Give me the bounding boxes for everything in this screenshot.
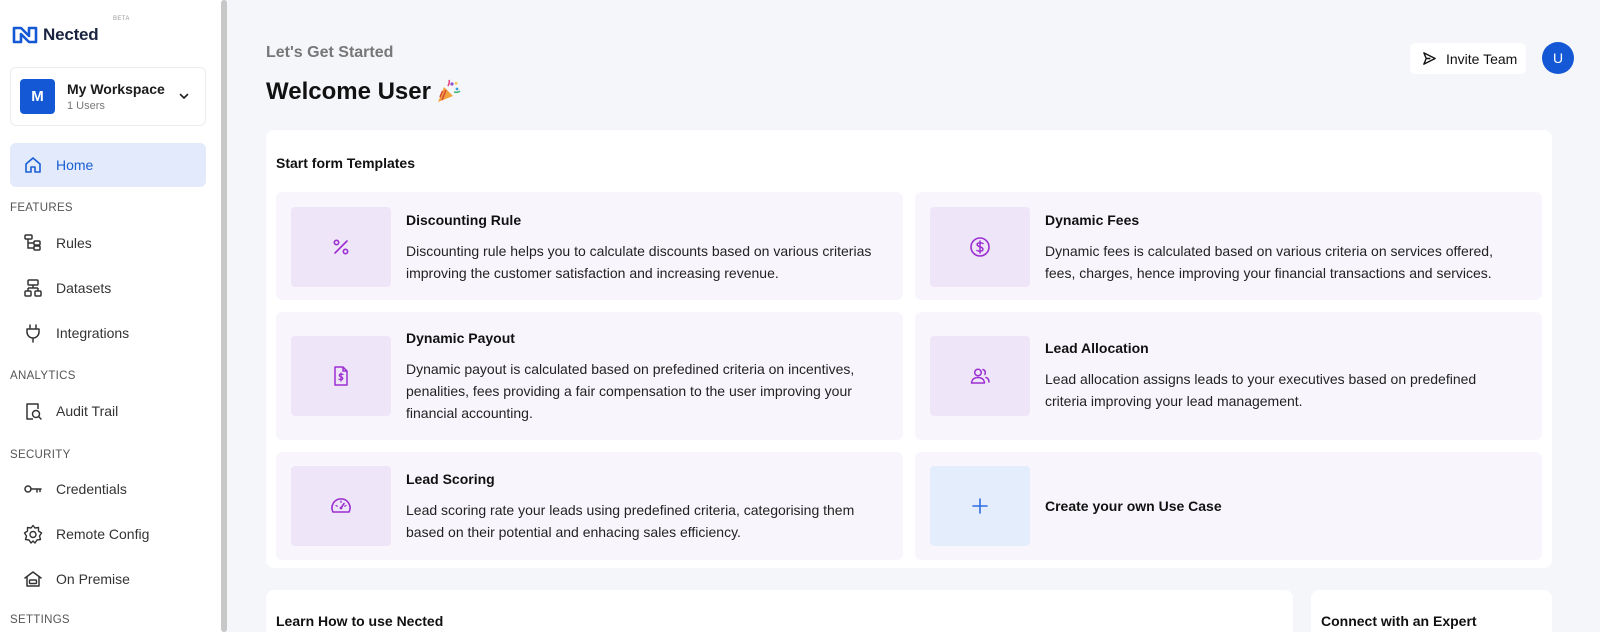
sidebar-item-label: Datasets <box>56 280 112 296</box>
template-title: Lead Allocation <box>1045 340 1149 356</box>
template-description: Discounting rule helps you to calculate … <box>406 243 872 281</box>
datasets-icon <box>24 279 42 297</box>
template-icon-box <box>930 466 1030 546</box>
learn-panel: Learn How to use Nected <box>266 590 1293 632</box>
template-description: Lead allocation assigns leads to your ex… <box>1045 371 1477 409</box>
plug-icon <box>26 324 40 343</box>
template-title: Dynamic Fees <box>1045 212 1140 228</box>
gear-icon <box>23 524 43 544</box>
send-icon <box>1423 52 1436 65</box>
sidebar: Nected BETA M My Workspace 1 Users Home … <box>0 0 222 632</box>
sidebar-item-label: Integrations <box>56 325 130 341</box>
template-title: Lead Scoring <box>406 471 495 487</box>
sidebar-item-label: Audit Trail <box>56 403 119 419</box>
section-settings: SETTINGS <box>10 614 70 626</box>
gauge-icon <box>331 498 351 513</box>
templates-panel: Start form Templates Discounting Rule Di… <box>266 130 1552 568</box>
beta-badge: BETA <box>113 16 130 22</box>
template-icon-box <box>930 336 1030 416</box>
key-icon <box>24 485 42 493</box>
audit-icon <box>26 403 42 420</box>
dollar-circle-icon <box>970 237 990 257</box>
sidebar-scrollbar[interactable] <box>221 0 227 632</box>
workspace-user-count: 1 Users <box>67 100 105 112</box>
template-description: Dynamic payout is calculated based on pr… <box>406 361 855 421</box>
template-title: Create your own Use Case <box>1045 498 1222 514</box>
chevron-down-icon <box>179 93 189 99</box>
template-description: Lead scoring rate your leads using prede… <box>406 502 855 540</box>
workspace-switcher[interactable]: M My Workspace 1 Users <box>10 67 206 126</box>
template-card-discounting-rule[interactable]: Discounting Rule Discounting rule helps … <box>276 192 903 300</box>
template-icon-box <box>291 207 391 287</box>
rules-icon <box>24 234 41 251</box>
template-icon-box <box>291 336 391 416</box>
home-icon <box>25 157 41 173</box>
page-title: Welcome User <box>266 78 461 106</box>
template-title: Dynamic Payout <box>406 330 515 346</box>
sidebar-item-audit-trail[interactable]: Audit Trail <box>10 389 206 433</box>
learn-title: Learn How to use Nected <box>276 613 444 629</box>
sidebar-item-label: Credentials <box>56 481 127 497</box>
sidebar-item-datasets[interactable]: Datasets <box>10 266 206 310</box>
premise-icon <box>24 571 42 587</box>
template-icon-box <box>291 466 391 546</box>
percent-icon <box>333 239 349 255</box>
section-features: FEATURES <box>10 202 73 214</box>
sidebar-item-label: Rules <box>56 235 92 251</box>
sidebar-item-integrations[interactable]: Integrations <box>10 311 206 355</box>
sidebar-item-remote-config[interactable]: Remote Config <box>10 512 206 556</box>
template-card-dynamic-payout[interactable]: Dynamic Payout Dynamic payout is calcula… <box>276 312 903 440</box>
user-avatar[interactable]: U <box>1542 42 1574 74</box>
invoice-icon <box>334 366 348 386</box>
sidebar-item-on-premise[interactable]: On Premise <box>10 557 206 601</box>
welcome-text: Welcome User <box>266 78 431 105</box>
template-card-lead-allocation[interactable]: Lead Allocation Lead allocation assigns … <box>915 312 1542 440</box>
sidebar-item-home[interactable]: Home <box>10 143 206 187</box>
sidebar-item-label: Home <box>56 157 94 173</box>
template-card-create-own[interactable]: Create your own Use Case <box>915 452 1542 560</box>
nected-logo-icon <box>12 26 38 44</box>
brand-name: Nected <box>43 25 99 44</box>
template-icon-box <box>930 207 1030 287</box>
template-description: Dynamic fees is calculated based on vari… <box>1045 243 1493 281</box>
templates-title: Start form Templates <box>276 155 415 171</box>
users-icon <box>970 368 990 384</box>
workspace-avatar: M <box>20 79 55 114</box>
workspace-name: My Workspace <box>67 81 165 97</box>
invite-team-button[interactable]: Invite Team <box>1410 43 1526 74</box>
expert-panel: Connect with an Expert <box>1311 590 1552 632</box>
section-security: SECURITY <box>10 449 71 461</box>
sidebar-item-label: Remote Config <box>56 526 150 542</box>
template-title: Discounting Rule <box>406 212 522 228</box>
sidebar-item-label: On Premise <box>56 571 130 587</box>
template-card-lead-scoring[interactable]: Lead Scoring Lead scoring rate your lead… <box>276 452 903 560</box>
invite-team-label: Invite Team <box>1446 50 1518 67</box>
party-popper-icon <box>437 79 461 102</box>
section-analytics: ANALYTICS <box>10 370 76 382</box>
plus-icon <box>972 498 988 514</box>
sidebar-item-rules[interactable]: Rules <box>10 221 206 265</box>
sidebar-item-credentials[interactable]: Credentials <box>10 467 206 511</box>
nected-logo[interactable]: Nected BETA <box>12 16 129 48</box>
expert-title: Connect with an Expert <box>1321 613 1477 629</box>
page-subtitle: Let's Get Started <box>266 44 394 61</box>
template-card-dynamic-fees[interactable]: Dynamic Fees Dynamic fees is calculated … <box>915 192 1542 300</box>
